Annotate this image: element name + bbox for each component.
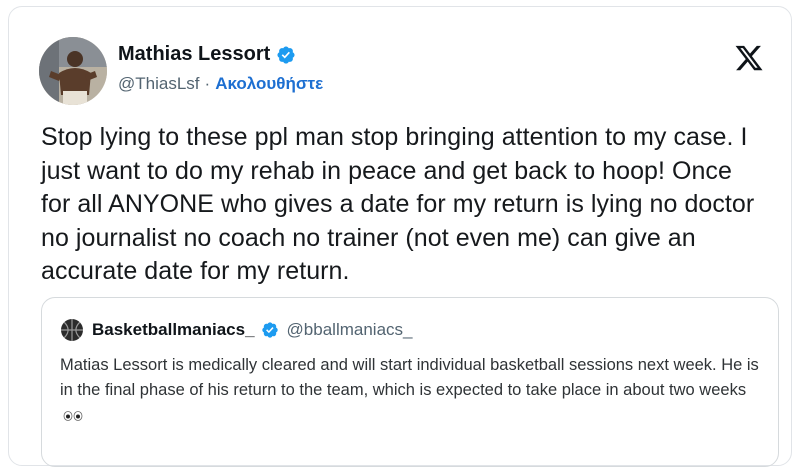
author-handle[interactable]: @ThiasLsf [118, 74, 200, 94]
handle-separator: · [204, 74, 211, 93]
player-avatar-photo [39, 37, 107, 105]
quoted-display-name[interactable]: Basketballmaniacs_ [92, 320, 255, 340]
eyes-emoji-icon [62, 410, 84, 421]
quoted-tweet[interactable]: Basketballmaniacs_ @bballmaniacs_ Matias… [41, 297, 779, 467]
basketball-icon[interactable] [60, 318, 84, 342]
author-handle-row: @ThiasLsf · Ακολουθήστε [118, 74, 323, 94]
tweet-body-text: Stop lying to these ppl man stop bringin… [41, 123, 755, 285]
author-avatar[interactable] [39, 37, 107, 105]
verified-badge-icon [276, 45, 296, 65]
author-name-row: Mathias Lessort [118, 43, 296, 66]
tweet-card: Mathias Lessort @ThiasLsf · Ακολουθήστε … [8, 6, 792, 467]
quoted-handle[interactable]: @bballmaniacs_ [287, 320, 413, 340]
quoted-body-text: Matias Lessort is medically cleared and … [60, 356, 759, 399]
author-display-name[interactable]: Mathias Lessort [118, 43, 270, 66]
x-logo-icon[interactable] [733, 43, 765, 73]
quoted-tweet-header: Basketballmaniacs_ @bballmaniacs_ [60, 318, 412, 342]
follow-link[interactable]: Ακολουθήστε [215, 74, 323, 94]
quoted-text-block: Matias Lessort is medically cleared and … [60, 353, 760, 428]
quoted-verified-badge-icon [261, 321, 279, 339]
